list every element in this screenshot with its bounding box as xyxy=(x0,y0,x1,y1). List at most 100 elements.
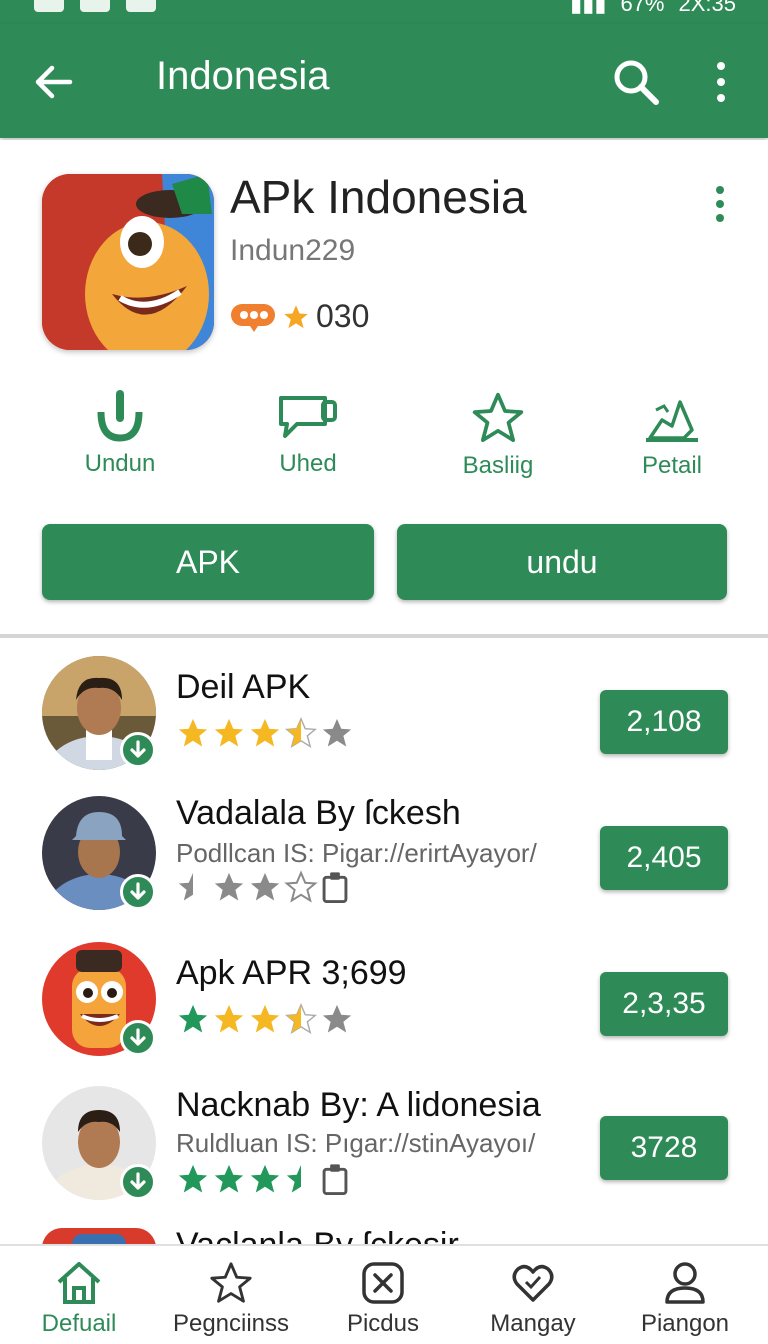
item-title: Vaclanla By ſckesir xyxy=(176,1226,459,1244)
download-badge xyxy=(120,1164,156,1200)
star-icon xyxy=(214,1004,244,1033)
download-button[interactable]: undu xyxy=(397,524,727,600)
rating-stars xyxy=(176,870,350,904)
bottom-navigation: Defuail Pegnciinss Picdus Mangay Piangon xyxy=(0,1244,768,1344)
more-vert-icon[interactable] xyxy=(708,184,732,224)
star-half-icon xyxy=(285,717,317,748)
status-notification-icons xyxy=(34,0,156,12)
arrow-back-icon[interactable] xyxy=(30,58,78,106)
rating-count: 030 xyxy=(316,298,370,334)
clipboard-icon xyxy=(322,872,348,904)
nav-profile[interactable]: Piangon xyxy=(610,1260,760,1338)
action-label: Undun xyxy=(84,450,156,477)
app-name: APk Indonesia xyxy=(230,171,527,223)
nav-label: Piangon xyxy=(640,1310,730,1337)
nav-wishlist[interactable]: Mangay xyxy=(458,1260,608,1338)
action-label: Uhed xyxy=(279,450,337,477)
item-title: Apk APR 3;699 xyxy=(176,954,407,992)
nav-label: Mangay xyxy=(490,1310,576,1337)
star-icon xyxy=(250,1164,280,1193)
nav-label: Picdus xyxy=(346,1310,420,1337)
list-item[interactable]: Vaclanla By ſckesir xyxy=(0,1224,768,1244)
star-icon xyxy=(284,304,308,328)
star-icon xyxy=(322,718,352,747)
nav-label: Pegnciinss xyxy=(172,1310,290,1337)
list-item[interactable]: Apk APR 3;699 2,3,35 xyxy=(0,940,768,1086)
nav-products[interactable]: Picdus xyxy=(308,1260,458,1338)
app-icon xyxy=(42,174,214,350)
home-icon xyxy=(57,1262,101,1304)
count-button[interactable]: 2,405 xyxy=(600,826,728,890)
heart-icon xyxy=(512,1264,554,1302)
app-rating: 030 xyxy=(230,298,369,335)
list-item[interactable]: Deil APK 2,108 xyxy=(0,654,768,800)
item-subtitle: Podllcan IS: Pigar://erirtAyayor/ xyxy=(176,838,537,868)
star-icon xyxy=(214,872,244,901)
star-icon xyxy=(472,392,524,443)
divider xyxy=(0,634,768,638)
search-icon[interactable] xyxy=(610,56,662,108)
count-button[interactable]: 2,108 xyxy=(600,690,728,754)
nav-favorites[interactable]: Pegnciinss xyxy=(156,1260,306,1338)
star-icon xyxy=(250,1004,280,1033)
person-icon xyxy=(665,1262,705,1304)
star-icon xyxy=(214,718,244,747)
close-box-icon xyxy=(362,1262,404,1304)
apk-button[interactable]: APK xyxy=(42,524,374,600)
count-button[interactable]: 2,3,35 xyxy=(600,972,728,1036)
star-outline-icon xyxy=(210,1262,252,1303)
action-chat[interactable]: Uhed xyxy=(228,390,388,478)
item-subtitle: Ruldluan IS: Pıgar://stinAyayoı/ xyxy=(176,1128,536,1158)
star-icon xyxy=(250,718,280,747)
star-icon xyxy=(178,718,208,747)
item-title: Deil APK xyxy=(176,668,311,706)
notification-icon xyxy=(34,0,64,12)
app-developer[interactable]: Indun229 xyxy=(230,234,355,268)
star-outline-icon xyxy=(284,870,318,903)
chat-icon xyxy=(279,396,337,438)
notification-icon xyxy=(126,0,156,12)
action-label: Basliig xyxy=(462,452,534,479)
star-icon xyxy=(214,1164,244,1193)
star-half-icon xyxy=(178,872,193,901)
item-title: Nacknab By: A lidonesia xyxy=(176,1086,541,1124)
star-half-icon xyxy=(286,1164,301,1193)
more-vert-icon[interactable] xyxy=(706,60,736,104)
list-item[interactable]: Nacknab By: A lidonesia Ruldluan IS: Pıg… xyxy=(0,1086,768,1232)
chat-bubble-icon xyxy=(231,303,275,332)
nav-label: Defuail xyxy=(41,1310,117,1337)
star-icon xyxy=(178,1164,208,1193)
battery-label: 67% xyxy=(620,0,665,16)
download-badge xyxy=(120,732,156,768)
action-star[interactable]: Basliig xyxy=(418,390,578,480)
list-item[interactable]: Vadalala By ſckesh Podllcan IS: Pigar://… xyxy=(0,794,768,942)
star-icon xyxy=(250,872,280,901)
nav-home[interactable]: Defuail xyxy=(4,1260,154,1338)
count-button[interactable]: 3728 xyxy=(600,1116,728,1180)
signal-icon: ▮▮▮ xyxy=(570,0,607,16)
action-label: Petail xyxy=(641,452,703,479)
detail-icon xyxy=(646,400,698,442)
app-list: Deil APK 2,108 Vadalala By ſckesh Podllc… xyxy=(0,640,768,1244)
app-header: APk Indonesia Indun229 030 Undun Uhed Ba… xyxy=(0,140,768,636)
rating-stars xyxy=(176,1002,354,1036)
status-bar: ▮▮▮ 67% 2X:35 xyxy=(0,0,768,24)
clipboard-icon xyxy=(322,1164,348,1196)
item-title: Vadalala By ſckesh xyxy=(176,794,461,832)
status-right: ▮▮▮ 67% 2X:35 xyxy=(570,0,737,16)
avatar xyxy=(42,1228,156,1244)
rating-stars xyxy=(176,1162,350,1196)
download-badge xyxy=(120,1020,156,1056)
star-half-icon xyxy=(285,1003,317,1034)
page-title: Indonesia xyxy=(156,54,330,98)
action-row: Undun Uhed Basliig Petail xyxy=(0,390,768,486)
download-badge xyxy=(120,874,156,910)
app-bar: Indonesia xyxy=(0,24,768,138)
rating-stars xyxy=(176,716,354,750)
clock: 2X:35 xyxy=(678,0,737,16)
download-icon xyxy=(97,390,143,442)
action-detail[interactable]: Petail xyxy=(592,390,752,480)
action-download[interactable]: Undun xyxy=(40,390,200,478)
star-icon xyxy=(178,1004,208,1033)
notification-icon xyxy=(80,0,110,12)
